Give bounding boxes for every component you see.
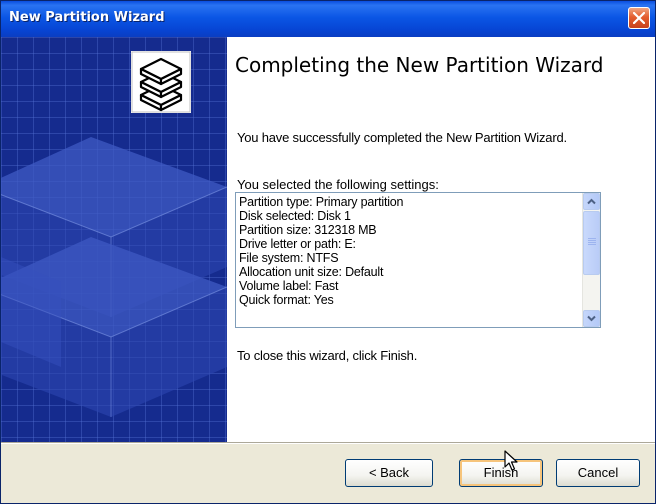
settings-line: Partition type: Primary partition xyxy=(239,195,404,209)
settings-line: Quick format: Yes xyxy=(239,293,334,307)
success-message: You have successfully completed the New … xyxy=(237,130,567,145)
title-bar[interactable]: New Partition Wizard xyxy=(1,1,655,37)
finish-instruction: To close this wizard, click Finish. xyxy=(237,348,418,363)
drive-artwork xyxy=(1,137,227,417)
scroll-up-arrow-icon xyxy=(587,198,596,205)
wizard-footer: < Back Finish Cancel xyxy=(1,444,655,503)
scroll-up-button[interactable] xyxy=(583,193,600,210)
back-button[interactable]: < Back xyxy=(345,459,433,487)
scroll-thumb-grip xyxy=(588,238,596,239)
page-title: Completing the New Partition Wizard xyxy=(235,53,604,77)
settings-line: Partition size: 312318 MB xyxy=(239,223,377,237)
settings-line: File system: NTFS xyxy=(239,251,339,265)
scroll-down-button[interactable] xyxy=(583,310,600,327)
close-icon xyxy=(633,12,645,24)
finish-button[interactable]: Finish xyxy=(459,459,543,487)
settings-line: Disk selected: Disk 1 xyxy=(239,209,351,223)
settings-line: Drive letter or path: E: xyxy=(239,237,356,251)
scroll-thumb[interactable] xyxy=(583,211,600,275)
settings-list: Partition type: Primary partition Disk s… xyxy=(239,195,579,307)
settings-summary-box[interactable]: Partition type: Primary partition Disk s… xyxy=(235,192,601,328)
settings-label: You selected the following settings: xyxy=(237,177,439,192)
window-title: New Partition Wizard xyxy=(9,10,165,25)
cancel-button[interactable]: Cancel xyxy=(556,459,640,487)
wizard-side-panel xyxy=(1,37,227,442)
mouse-cursor-icon xyxy=(504,450,518,471)
settings-line: Volume label: Fast xyxy=(239,279,339,293)
wizard-content: Completing the New Partition Wizard You … xyxy=(227,37,655,442)
settings-line: Allocation unit size: Default xyxy=(239,265,384,279)
vertical-scrollbar[interactable] xyxy=(582,193,600,327)
close-button[interactable] xyxy=(628,7,650,29)
scroll-down-arrow-icon xyxy=(587,315,596,322)
wizard-window: New Partition Wizard Completing the New … xyxy=(0,0,656,504)
disk-stack-icon xyxy=(131,51,191,113)
